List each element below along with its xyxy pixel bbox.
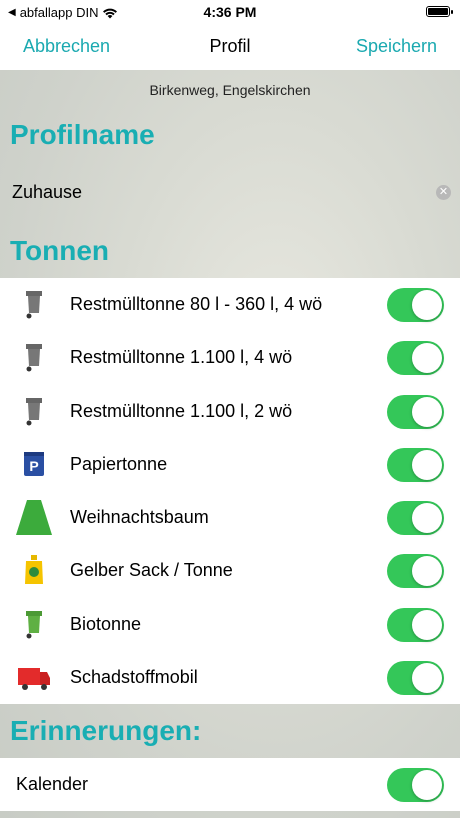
battery-icon	[426, 6, 453, 17]
bin-label: Schadstoffmobil	[70, 667, 198, 688]
bin-label: Biotonne	[70, 613, 142, 634]
christmas-tree-icon	[16, 500, 52, 536]
bin-toggle[interactable]	[387, 661, 444, 696]
bin-toggle[interactable]	[387, 341, 444, 376]
bin-toggle[interactable]	[387, 447, 444, 482]
bin-toggle[interactable]	[387, 501, 444, 536]
profile-name-input[interactable]	[10, 176, 414, 208]
yellow-bag-icon	[25, 555, 43, 585]
bin-label: Restmülltonne 1.100 l, 2 wö	[70, 400, 293, 421]
reminders-section-title: Erinnerungen:	[10, 715, 202, 746]
save-button[interactable]: Speichern	[356, 36, 437, 57]
calendar-row: Kalender	[0, 758, 460, 811]
bins-list: Restmülltonne 80 l - 360 l, 4 wö Restmül…	[0, 278, 460, 705]
bin-label: Gelber Sack / Tonne	[70, 560, 233, 581]
green-bin-icon	[26, 610, 42, 639]
clear-icon[interactable]: ✕	[436, 185, 451, 200]
list-item: Restmülltonne 80 l - 360 l, 4 wö	[0, 278, 460, 331]
profile-section-title: Profilname	[10, 119, 155, 150]
calendar-toggle[interactable]	[387, 768, 444, 802]
list-item: Restmülltonne 1.100 l, 4 wö	[0, 331, 460, 384]
bin-label: Restmülltonne 80 l - 360 l, 4 wö	[70, 294, 323, 314]
list-item: Schadstoffmobil	[0, 651, 460, 704]
gray-bin-icon	[26, 291, 42, 319]
address-label: Birkenweg, Engelskirchen	[149, 82, 311, 98]
list-item: Weihnachtsbaum	[0, 491, 460, 544]
red-truck-icon	[18, 668, 50, 691]
status-time: 4:36 PM	[203, 4, 257, 20]
list-item: Biotonne	[0, 598, 460, 651]
nav-bar: Abbrechen Profil Speichern	[0, 24, 460, 70]
gray-bin-icon	[26, 397, 42, 426]
paper-bin-icon: P	[24, 451, 44, 476]
bin-label: Papiertonne	[70, 453, 168, 474]
bin-label: Restmülltonne 1.100 l, 4 wö	[70, 347, 293, 368]
status-bar: ◀ abfallapp DIN 4:36 PM	[0, 0, 460, 24]
bin-toggle[interactable]	[387, 394, 444, 429]
bins-section-title: Tonnen	[10, 235, 110, 266]
list-item: Restmülltonne 1.100 l, 2 wö	[0, 385, 460, 438]
gray-bin-icon	[26, 344, 42, 372]
calendar-label: Kalender	[16, 774, 89, 794]
profile-name-row: ✕	[0, 168, 460, 214]
bin-toggle[interactable]	[387, 607, 444, 642]
svg-text:P: P	[29, 458, 38, 474]
bin-toggle[interactable]	[387, 554, 444, 589]
bin-toggle[interactable]	[387, 288, 444, 322]
list-item: Gelber Sack / Tonne	[0, 544, 460, 597]
bin-label: Weihnachtsbaum	[70, 507, 209, 528]
list-item: P Papiertonne	[0, 438, 460, 491]
